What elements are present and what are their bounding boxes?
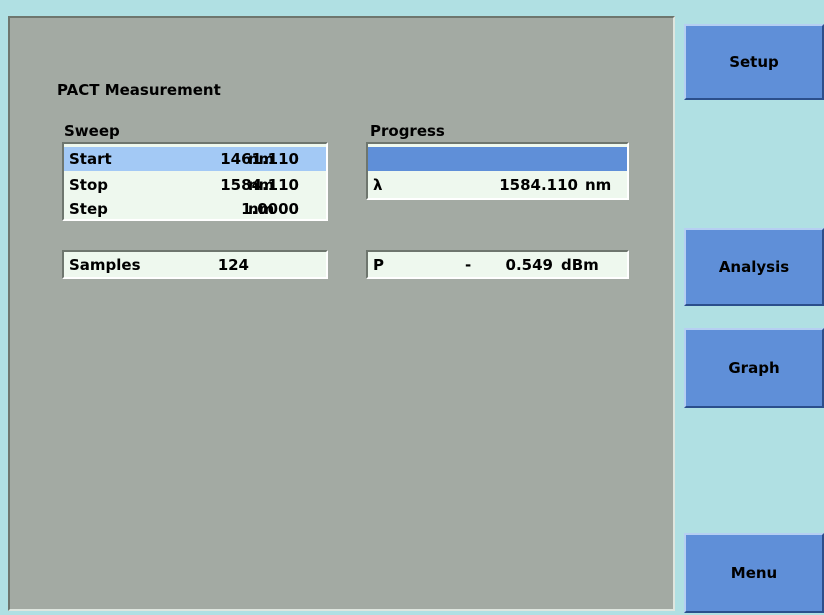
progress-track <box>368 147 627 171</box>
sweep-row-stop-value: 1584.110 <box>220 176 299 194</box>
lambda-symbol: λ <box>373 176 383 194</box>
page-title: PACT Measurement <box>57 81 221 99</box>
analysis-button[interactable]: Analysis <box>684 228 824 306</box>
sweep-box: Start 1461.110 nm Stop 1584.110 nm Step … <box>62 142 328 221</box>
sweep-row-start[interactable]: Start 1461.110 nm <box>64 147 326 171</box>
sweep-row-stop-unit: nm <box>248 176 275 194</box>
sweep-row-start-value: 1461.110 <box>220 150 299 168</box>
graph-button[interactable]: Graph <box>684 328 824 408</box>
measurement-panel <box>8 16 675 611</box>
samples-box[interactable]: Samples 124 <box>62 250 328 279</box>
samples-label: Samples <box>69 256 141 274</box>
setup-button[interactable]: Setup <box>684 24 824 100</box>
power-sign: - <box>465 256 472 274</box>
power-unit: dBm <box>561 256 599 274</box>
progress-label: Progress <box>370 122 445 140</box>
power-value: 0.549 <box>505 256 553 274</box>
sweep-row-stop-label: Stop <box>69 176 109 194</box>
progress-box: λ 1584.110 nm <box>366 142 629 200</box>
sweep-row-start-label: Start <box>69 150 112 168</box>
menu-button[interactable]: Menu <box>684 533 824 613</box>
sweep-row-start-unit: nm <box>248 150 275 168</box>
sweep-row-step[interactable]: Step 1.0000 nm <box>64 197 326 221</box>
power-box: P - 0.549 dBm <box>366 250 629 279</box>
samples-value: 124 <box>217 256 249 274</box>
sweep-row-stop[interactable]: Stop 1584.110 nm <box>64 173 326 197</box>
sweep-label: Sweep <box>64 122 120 140</box>
sweep-row-step-label: Step <box>69 200 108 218</box>
lambda-row: λ 1584.110 nm <box>368 173 627 197</box>
samples-row: Samples 124 <box>64 253 326 277</box>
lambda-unit: nm <box>585 176 612 194</box>
power-row: P - 0.549 dBm <box>368 253 627 277</box>
sweep-row-step-unit: nm <box>248 200 275 218</box>
progress-bar <box>368 147 627 171</box>
sweep-row-step-value: 1.0000 <box>241 200 299 218</box>
power-symbol: P <box>373 256 384 274</box>
lambda-value: 1584.110 <box>499 176 578 194</box>
